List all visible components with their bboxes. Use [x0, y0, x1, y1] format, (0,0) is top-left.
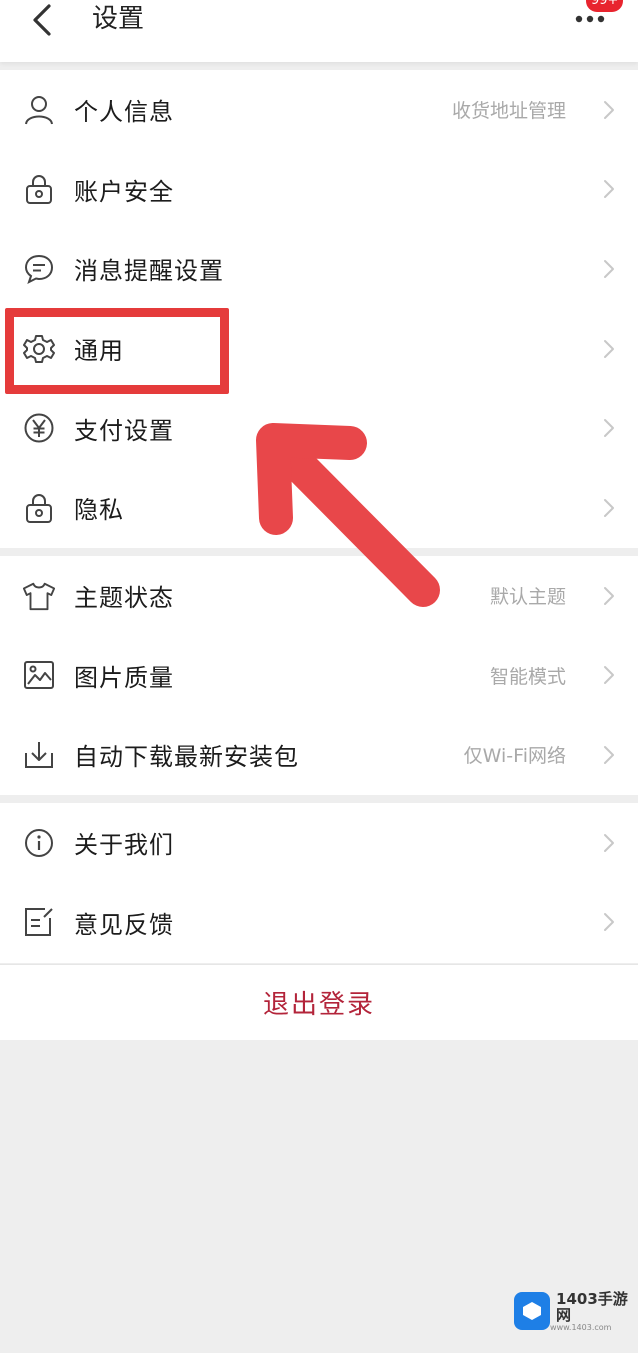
download-icon	[22, 738, 56, 772]
annotation-arrow-icon	[256, 423, 440, 607]
settings-row-personal-info[interactable]: 个人信息 收货地址管理	[0, 70, 638, 150]
settings-row-notification-settings[interactable]: 消息提醒设置	[0, 229, 638, 309]
settings-row-auto-download[interactable]: 自动下载最新安装包 仅Wi-Fi网络	[0, 715, 638, 795]
image-icon	[22, 658, 56, 692]
chevron-right-icon	[602, 664, 616, 686]
chevron-right-icon	[602, 497, 616, 519]
chevron-right-icon	[602, 178, 616, 200]
settings-row-value: 仅Wi-Fi网络	[463, 745, 566, 768]
chevron-right-icon	[602, 258, 616, 280]
settings-row-label: 支付设置	[74, 416, 174, 445]
settings-row-label: 自动下载最新安装包	[74, 743, 299, 772]
chevron-right-icon	[602, 911, 616, 933]
tshirt-icon	[22, 579, 56, 613]
lock-icon	[22, 172, 56, 206]
settings-row-value: 收货地址管理	[451, 100, 566, 123]
back-button[interactable]	[22, 2, 62, 38]
user-icon	[22, 93, 56, 127]
settings-row-feedback[interactable]: 意见反馈	[0, 883, 638, 963]
settings-row-label: 账户安全	[74, 177, 174, 206]
settings-row-label: 意见反馈	[74, 910, 174, 939]
top-bar: 设置 99+	[0, 0, 638, 62]
settings-row-label: 消息提醒设置	[74, 257, 224, 286]
info-icon	[22, 826, 56, 860]
chevron-right-icon	[602, 417, 616, 439]
settings-row-about-us[interactable]: 关于我们	[0, 803, 638, 883]
chevron-right-icon	[602, 338, 616, 360]
chat-bubble-icon	[22, 252, 56, 286]
settings-row-image-quality[interactable]: 图片质量 智能模式	[0, 636, 638, 716]
settings-row-label: 主题状态	[74, 584, 174, 613]
chevron-right-icon	[602, 744, 616, 766]
chevron-left-icon	[33, 4, 51, 36]
chevron-right-icon	[602, 832, 616, 854]
logout-button[interactable]: 退出登录	[0, 964, 638, 1040]
watermark-url: www.1403.com	[550, 1322, 612, 1332]
settings-row-value: 智能模式	[489, 665, 566, 688]
watermark-logo-icon	[514, 1292, 551, 1330]
notification-badge: 99+	[586, 0, 624, 12]
settings-row-label: 图片质量	[74, 663, 174, 692]
watermark: 1403手游网 www.1403.com	[504, 1288, 638, 1334]
page-title: 设置	[92, 4, 145, 34]
chevron-right-icon	[602, 99, 616, 121]
highlight-box	[5, 308, 229, 394]
settings-row-label: 个人信息	[74, 98, 174, 127]
settings-row-value: 默认主题	[489, 586, 566, 609]
settings-group-about: 关于我们 意见反馈	[0, 803, 638, 963]
lock-icon	[22, 491, 56, 525]
settings-row-label: 关于我们	[74, 831, 174, 860]
logout-label: 退出登录	[262, 990, 375, 1020]
edit-note-icon	[22, 905, 56, 939]
yen-icon	[22, 411, 56, 445]
settings-row-account-security[interactable]: 账户安全	[0, 150, 638, 230]
watermark-brand: 1403手游网	[556, 1289, 628, 1324]
settings-row-label: 隐私	[74, 496, 124, 525]
chevron-right-icon	[602, 585, 616, 607]
